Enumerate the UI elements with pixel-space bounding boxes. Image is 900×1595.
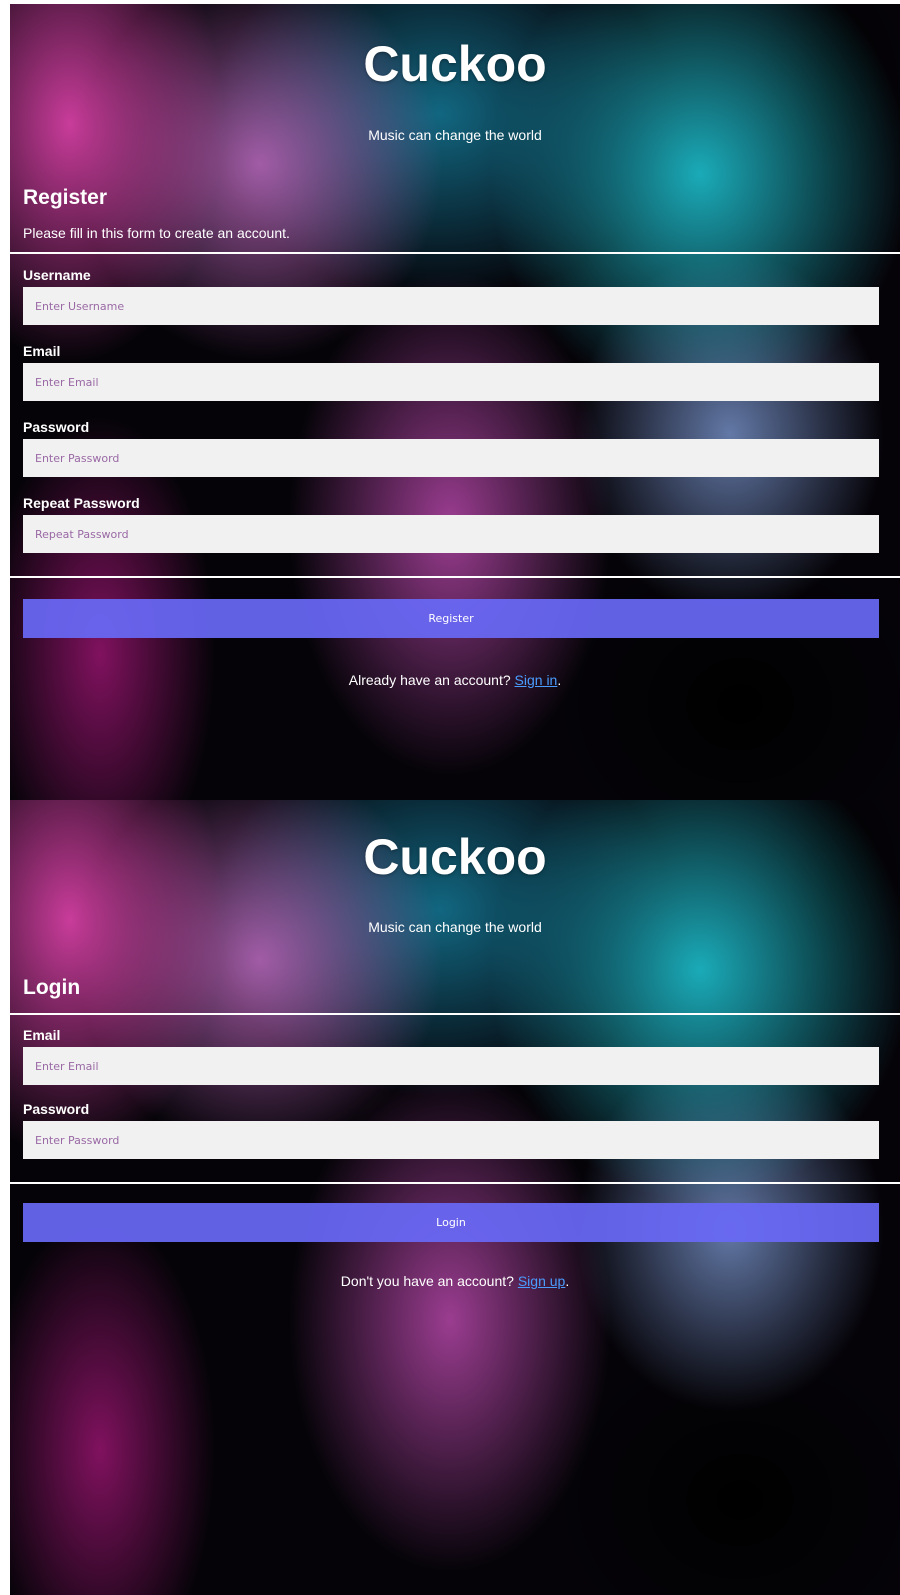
password-label: Password <box>23 419 90 435</box>
register-heading: Register <box>23 186 108 209</box>
email-input[interactable] <box>23 1047 879 1085</box>
email-label: Email <box>23 1027 61 1043</box>
username-input[interactable] <box>23 287 879 325</box>
repeat-password-input[interactable] <box>23 515 879 553</box>
email-label: Email <box>23 343 61 359</box>
sign-in-prompt-text: Already have an account? <box>348 672 515 688</box>
tagline: Music can change the world <box>368 919 542 935</box>
username-label: Username <box>23 267 91 283</box>
sign-in-link[interactable]: Sign in <box>515 672 558 688</box>
password-input[interactable] <box>23 439 879 477</box>
register-instructions: Please fill in this form to create an ac… <box>23 225 290 241</box>
sign-in-prompt: Already have an account? Sign in. <box>10 671 900 689</box>
repeat-password-label: Repeat Password <box>23 495 140 511</box>
login-heading: Login <box>23 976 81 999</box>
tagline: Music can change the world <box>368 127 542 143</box>
divider <box>10 1013 900 1015</box>
divider <box>10 1182 900 1184</box>
login-button[interactable]: Login <box>23 1203 879 1242</box>
password-input[interactable] <box>23 1121 879 1159</box>
email-input[interactable] <box>23 363 879 401</box>
sign-up-prompt-text: Don't you have an account? <box>340 1273 518 1289</box>
register-screen: Cuckoo Music can change the world Regist… <box>10 4 900 800</box>
password-label: Password <box>23 1101 90 1117</box>
brand-title: Cuckoo <box>363 36 547 92</box>
login-screen: Cuckoo Music can change the world Login … <box>10 800 900 1595</box>
divider <box>10 252 900 254</box>
sign-up-prompt-end: . <box>565 1273 570 1289</box>
brand-title: Cuckoo <box>363 829 547 885</box>
sign-in-prompt-end: . <box>557 672 562 688</box>
sign-up-link[interactable]: Sign up <box>518 1273 565 1289</box>
divider <box>10 576 900 578</box>
register-button[interactable]: Register <box>23 599 879 638</box>
sign-up-prompt: Don't you have an account? Sign up. <box>10 1272 900 1290</box>
